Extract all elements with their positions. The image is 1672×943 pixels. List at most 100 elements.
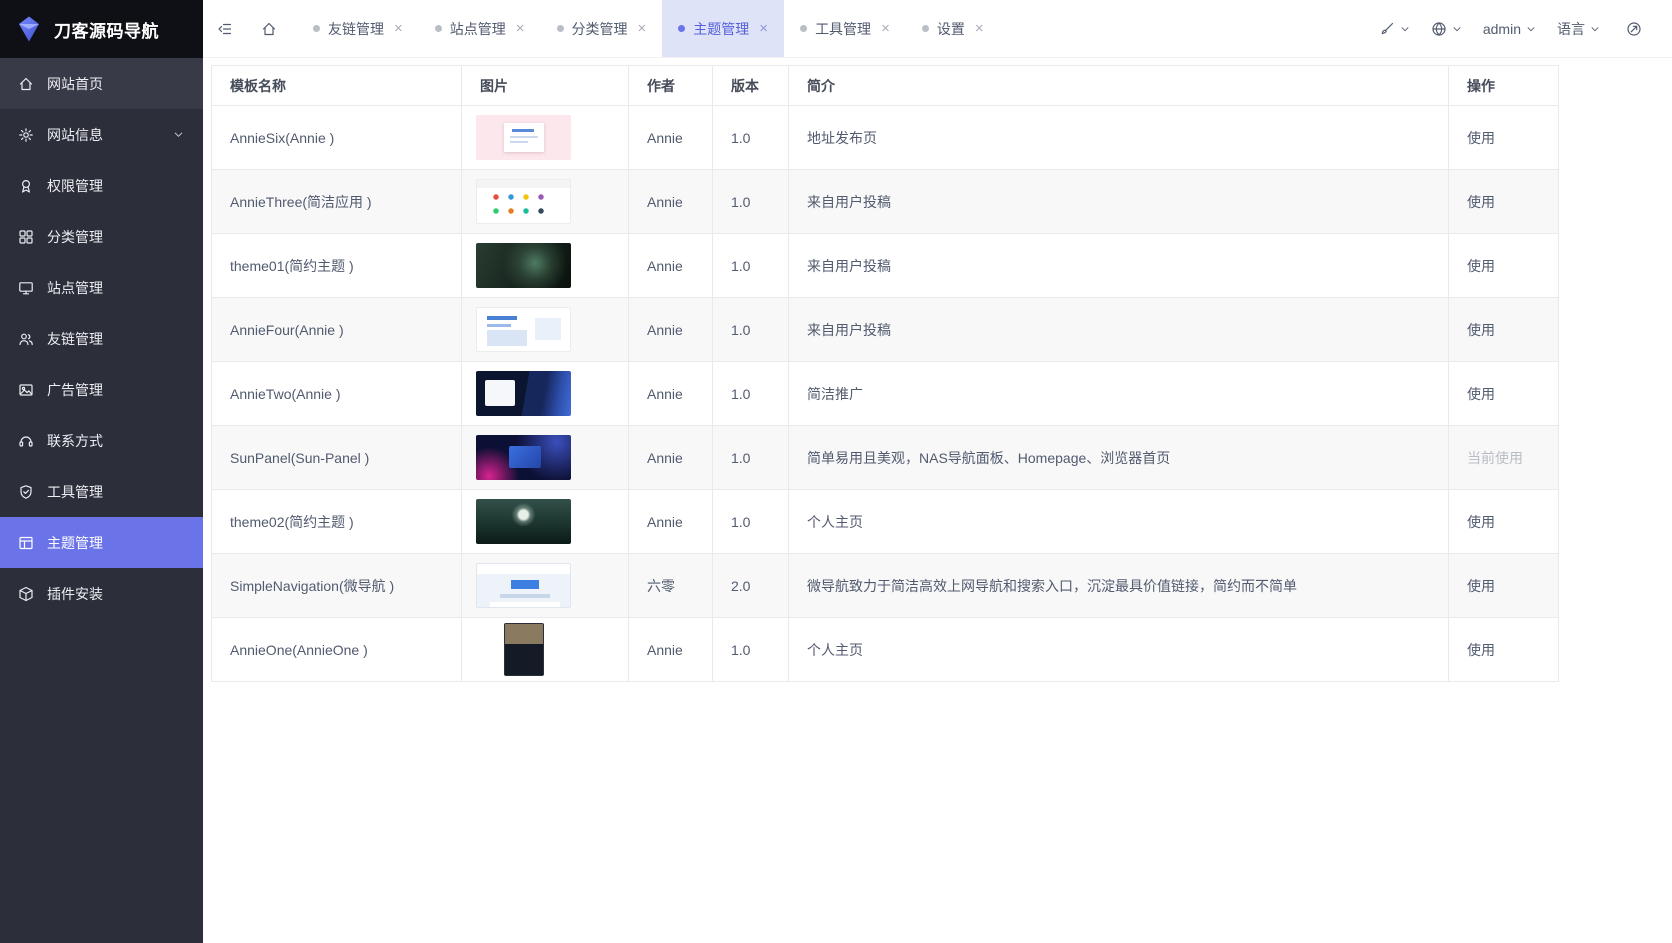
template-version: 1.0 — [731, 642, 750, 658]
globe-icon — [1431, 21, 1447, 37]
template-row: AnnieTwo(Annie )Annie1.0简洁推广使用 — [212, 362, 1559, 426]
use-button[interactable]: 使用 — [1467, 514, 1495, 530]
use-button[interactable]: 使用 — [1467, 386, 1495, 402]
template-author: Annie — [647, 130, 683, 146]
sidebar-item-friend-links[interactable]: 友链管理 — [0, 313, 203, 364]
tab-tools[interactable]: 工具管理× — [784, 0, 906, 57]
template-name-cell: AnnieOne(AnnieOne ) — [212, 618, 462, 682]
sidebar-item-themes[interactable]: 主题管理 — [0, 517, 203, 568]
template-author-cell: Annie — [629, 298, 713, 362]
template-author: Annie — [647, 450, 683, 466]
use-button[interactable]: 使用 — [1467, 194, 1495, 210]
tab-state-dot — [800, 25, 807, 32]
template-description: 简洁推广 — [807, 386, 863, 402]
sidebar-item-sites[interactable]: 站点管理 — [0, 262, 203, 313]
gear-icon — [18, 127, 34, 143]
sidebar-item-plugins[interactable]: 插件安装 — [0, 568, 203, 619]
template-description: 简单易用且美观，NAS导航面板、Homepage、浏览器首页 — [807, 450, 1170, 466]
sidebar-item-label: 工具管理 — [47, 482, 103, 502]
image-icon — [18, 382, 34, 398]
template-name: SunPanel(Sun-Panel ) — [230, 450, 369, 466]
template-name: AnnieSix(Annie ) — [230, 130, 334, 146]
grid-icon — [18, 229, 34, 245]
template-author: Annie — [647, 322, 683, 338]
sidebar-item-categories[interactable]: 分类管理 — [0, 211, 203, 262]
tab-state-dot — [678, 25, 685, 32]
tab-close-icon[interactable]: × — [881, 21, 890, 36]
template-description: 来自用户投稿 — [807, 194, 891, 210]
tab-close-icon[interactable]: × — [516, 21, 525, 36]
sidebar-item-contact[interactable]: 联系方式 — [0, 415, 203, 466]
template-author: 六零 — [647, 578, 675, 594]
template-description: 微导航致力于简洁高效上网导航和搜索入口，沉淀最具价值链接，简约而不简单 — [807, 578, 1297, 594]
tab-close-icon[interactable]: × — [759, 21, 768, 36]
template-author-cell: Annie — [629, 426, 713, 490]
tab-label: 分类管理 — [572, 19, 628, 39]
template-version-cell: 1.0 — [713, 426, 789, 490]
use-button[interactable]: 使用 — [1467, 130, 1495, 146]
main-content: 模板名称图片作者版本简介操作 AnnieSix(Annie )Annie1.0地… — [203, 58, 1672, 943]
sidebar-item-home[interactable]: 网站首页 — [0, 58, 203, 109]
template-author-cell: Annie — [629, 234, 713, 298]
column-header: 作者 — [629, 66, 713, 106]
template-thumbnail — [476, 307, 571, 352]
template-description-cell: 简洁推广 — [789, 362, 1449, 426]
tab-close-icon[interactable]: × — [394, 21, 403, 36]
tab-categories[interactable]: 分类管理 × — [541, 0, 663, 57]
template-name-cell: SimpleNavigation(微导航 ) — [212, 554, 462, 618]
tab-sites[interactable]: 站点管理× — [419, 0, 541, 57]
sidebar-item-permissions[interactable]: 权限管理 — [0, 160, 203, 211]
use-button[interactable]: 使用 — [1467, 258, 1495, 274]
template-description-cell: 地址发布页 — [789, 106, 1449, 170]
sidebar-item-ads[interactable]: 广告管理 — [0, 364, 203, 415]
sidebar-item-label: 联系方式 — [47, 431, 103, 451]
tab-close-icon[interactable]: × — [975, 21, 984, 36]
headset-icon — [18, 433, 34, 449]
template-description: 个人主页 — [807, 642, 863, 658]
template-name-cell: AnnieFour(Annie ) — [212, 298, 462, 362]
template-author-cell: Annie — [629, 170, 713, 234]
gem-logo-icon — [14, 14, 44, 44]
use-button[interactable]: 使用 — [1467, 578, 1495, 594]
collapse-icon — [217, 21, 233, 37]
template-row: theme02(简约主题 )Annie1.0个人主页使用 — [212, 490, 1559, 554]
tab-settings[interactable]: 设置× — [906, 0, 1000, 57]
template-thumbnail — [476, 115, 571, 160]
user-dropdown[interactable]: admin — [1474, 0, 1546, 57]
template-action-cell: 当前使用 — [1449, 426, 1559, 490]
tab-state-dot — [922, 25, 929, 32]
column-header: 图片 — [462, 66, 629, 106]
template-version: 1.0 — [731, 514, 750, 530]
column-header: 模板名称 — [212, 66, 462, 106]
template-thumbnail — [476, 179, 571, 224]
template-image-cell — [462, 554, 629, 618]
template-thumbnail — [476, 435, 571, 480]
sidebar-item-tools[interactable]: 工具管理 — [0, 466, 203, 517]
globe-language-dropdown[interactable] — [1422, 0, 1472, 57]
sidebar-collapse-button[interactable] — [203, 0, 247, 57]
template-name-cell: AnnieThree(简洁应用 ) — [212, 170, 462, 234]
use-button[interactable]: 使用 — [1467, 322, 1495, 338]
template-version-cell: 1.0 — [713, 234, 789, 298]
tab-friend-links[interactable]: 友链管理 × — [297, 0, 419, 57]
template-action-cell: 使用 — [1449, 554, 1559, 618]
language-dropdown[interactable]: 语言 — [1548, 0, 1610, 57]
template-action-cell: 使用 — [1449, 170, 1559, 234]
sidebar-item-label: 站点管理 — [47, 278, 103, 298]
template-version: 1.0 — [731, 258, 750, 274]
fullscreen-button[interactable] — [1612, 21, 1656, 37]
tab-themes[interactable]: 主题管理× — [662, 0, 784, 57]
template-description-cell: 个人主页 — [789, 618, 1449, 682]
users-icon — [18, 331, 34, 347]
sidebar-item-site-info[interactable]: 网站信息 — [0, 109, 203, 160]
tab-close-icon[interactable]: × — [638, 21, 647, 36]
tab-label: 友链管理 — [328, 19, 384, 39]
template-name-cell: AnnieSix(Annie ) — [212, 106, 462, 170]
template-row: AnnieFour(Annie )Annie1.0来自用户投稿使用 — [212, 298, 1559, 362]
clear-cache-dropdown[interactable] — [1370, 0, 1420, 57]
template-name: AnnieOne(AnnieOne ) — [230, 642, 368, 658]
home-icon — [18, 76, 34, 92]
template-image-cell — [462, 618, 629, 682]
use-button[interactable]: 使用 — [1467, 642, 1495, 658]
home-breadcrumb-button[interactable] — [247, 0, 291, 57]
